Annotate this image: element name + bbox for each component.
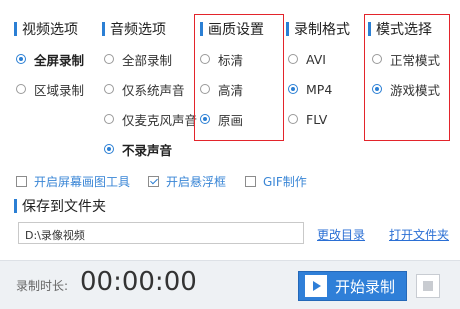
audio-options-title: 音频选项 [102, 20, 166, 38]
option-label: 区域录制 [34, 82, 85, 98]
audio-option-mic[interactable]: 仅麦克风声音 [104, 111, 198, 128]
footer-bar: 录制时长: 00:00:00 开始录制 [0, 260, 460, 309]
radio-selected-icon[interactable] [288, 84, 298, 94]
option-label: 不录声音 [122, 142, 173, 158]
checkbox-label: 开启屏幕画图工具 [34, 175, 131, 189]
stop-icon[interactable] [416, 274, 440, 298]
audio-option-none[interactable]: 不录声音 [104, 141, 173, 158]
start-recording-label: 开始录制 [335, 277, 396, 296]
checkbox-label: GIF制作 [263, 175, 307, 189]
video-option-region[interactable]: 区域录制 [16, 81, 85, 98]
option-label: MP4 [306, 81, 333, 97]
title-accent-bar [14, 22, 17, 36]
checkbox-icon[interactable] [245, 176, 256, 187]
audio-option-system[interactable]: 仅系统声音 [104, 81, 185, 98]
checkbox-gif[interactable]: GIF制作 [245, 173, 307, 190]
checkbox-checked-icon[interactable] [148, 176, 159, 187]
radio-icon[interactable] [288, 114, 298, 124]
checkbox-drawing-tool[interactable]: 开启屏幕画图工具 [16, 173, 130, 190]
video-option-fullscreen[interactable]: 全屏录制 [16, 51, 85, 68]
format-option-avi[interactable]: AVI [288, 51, 326, 67]
checkbox-icon[interactable] [16, 176, 27, 187]
format-option-mp4[interactable]: MP4 [288, 81, 332, 97]
save-folder-title: 保存到文件夹 [14, 197, 106, 215]
duration-label: 录制时长: [16, 279, 69, 293]
radio-icon[interactable] [104, 114, 114, 124]
radio-icon[interactable] [288, 54, 298, 64]
audio-options-title-text: 音频选项 [110, 22, 166, 38]
option-label: FLV [306, 111, 328, 127]
quality-highlight-box [194, 14, 284, 141]
change-directory-link[interactable]: 更改目录 [317, 226, 365, 243]
option-label: 全屏录制 [34, 52, 85, 68]
play-icon [305, 275, 327, 297]
start-recording-button[interactable]: 开始录制 [298, 271, 407, 301]
open-folder-link[interactable]: 打开文件夹 [389, 226, 449, 243]
title-accent-bar [286, 22, 289, 36]
mode-highlight-box [364, 14, 450, 141]
video-options-title: 视频选项 [14, 20, 78, 38]
option-label: 全部录制 [122, 52, 173, 68]
option-label: AVI [306, 51, 326, 67]
title-accent-bar [102, 22, 105, 36]
save-folder-title-text: 保存到文件夹 [22, 199, 106, 215]
record-format-title: 录制格式 [286, 20, 350, 38]
checkbox-floating-window[interactable]: 开启悬浮框 [148, 173, 226, 190]
title-accent-bar [14, 199, 17, 213]
option-label: 仅系统声音 [122, 82, 185, 98]
checkbox-label: 开启悬浮框 [166, 175, 227, 189]
audio-option-all[interactable]: 全部录制 [104, 51, 173, 68]
save-path-field[interactable]: D:\录像视频 [18, 222, 304, 244]
duration-value: 00:00:00 [80, 267, 197, 297]
radio-selected-icon[interactable] [104, 144, 114, 154]
radio-icon[interactable] [104, 54, 114, 64]
radio-icon[interactable] [16, 84, 26, 94]
record-format-title-text: 录制格式 [294, 22, 350, 38]
radio-icon[interactable] [104, 84, 114, 94]
option-label: 仅麦克风声音 [122, 112, 198, 128]
format-option-flv[interactable]: FLV [288, 111, 327, 127]
radio-selected-icon[interactable] [16, 54, 26, 64]
video-options-title-text: 视频选项 [22, 22, 78, 38]
